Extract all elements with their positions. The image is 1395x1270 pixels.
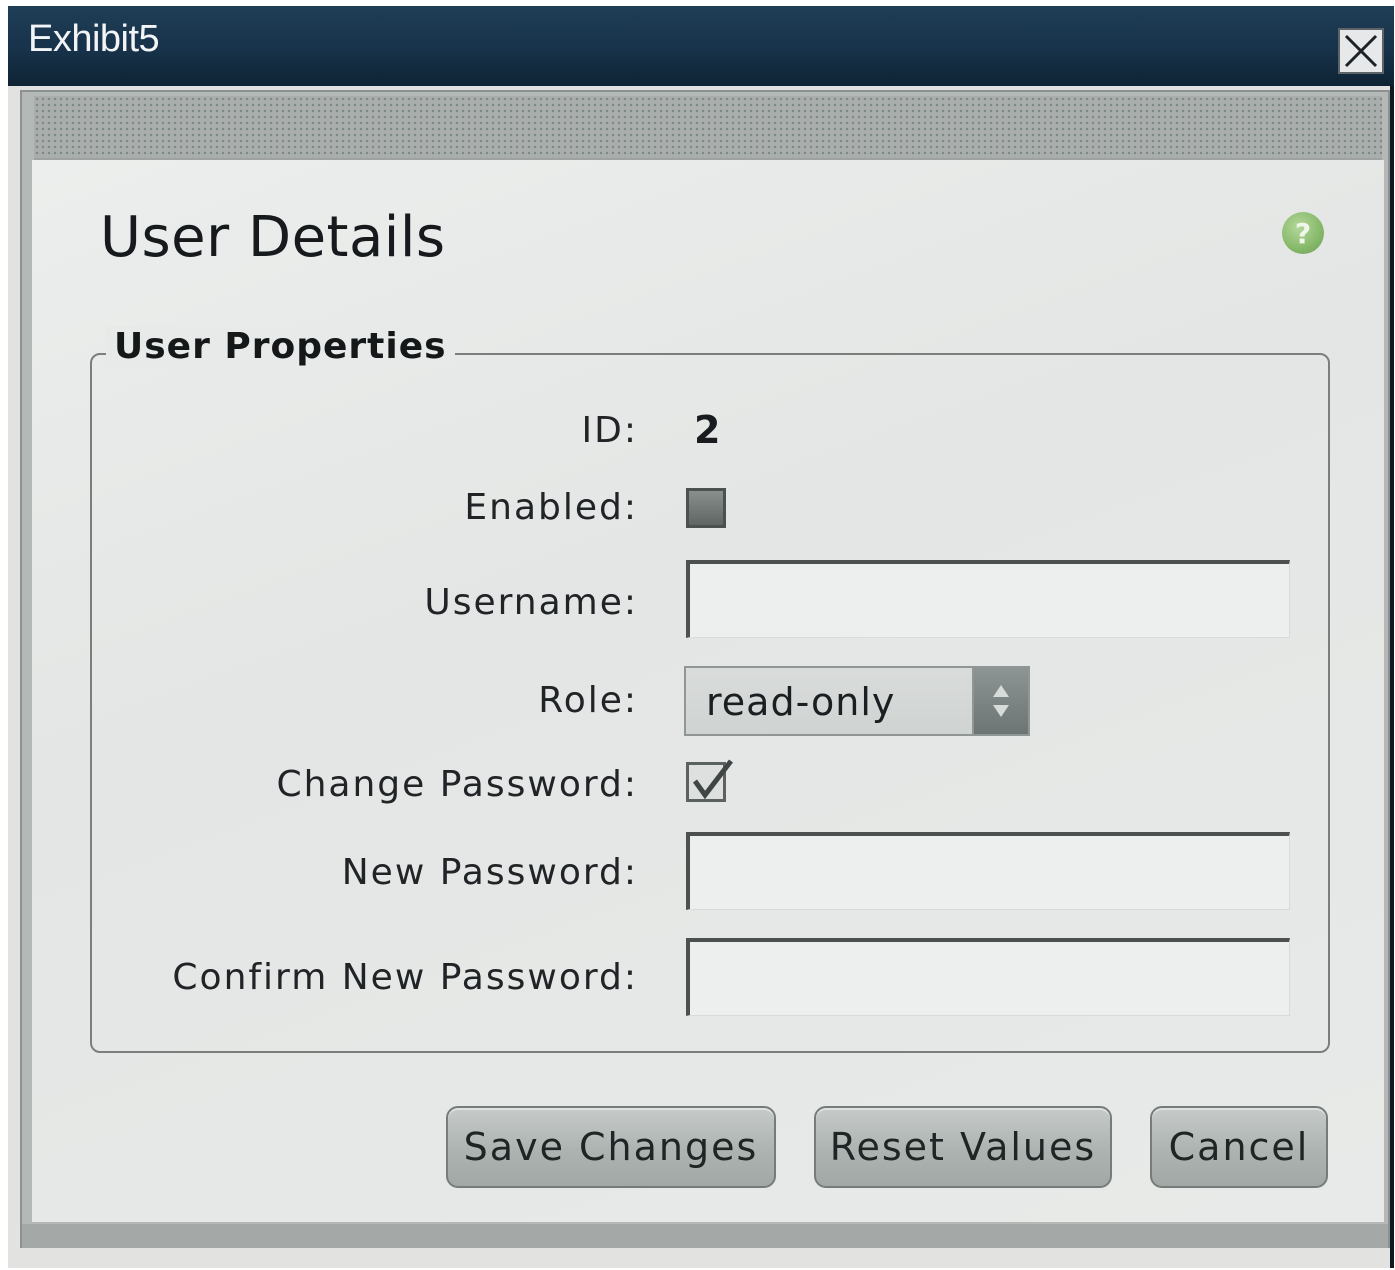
enabled-checkbox[interactable] — [686, 488, 726, 528]
username-label: Username: — [424, 582, 638, 623]
change-password-label: Change Password: — [276, 764, 638, 805]
page-title: User Details — [100, 205, 446, 270]
close-icon — [1344, 34, 1378, 68]
checkmark-icon — [692, 759, 733, 800]
close-button[interactable] — [1338, 28, 1384, 74]
confirm-password-label: Confirm New Password: — [172, 957, 638, 998]
confirm-password-input[interactable] — [686, 938, 1290, 1016]
new-password-input[interactable] — [686, 832, 1290, 910]
cancel-button[interactable]: Cancel — [1150, 1106, 1328, 1188]
window-title: Exhibit5 — [28, 18, 160, 60]
role-select[interactable]: read-only — [684, 666, 1030, 736]
help-glyph: ? — [1294, 216, 1312, 250]
new-password-label: New Password: — [341, 852, 638, 893]
reset-values-button[interactable]: Reset Values — [814, 1106, 1112, 1188]
title-bar[interactable]: Exhibit5 — [8, 6, 1394, 86]
select-stepper-icon[interactable] — [972, 668, 1028, 734]
id-value: 2 — [694, 408, 721, 452]
enabled-label: Enabled: — [464, 487, 638, 528]
bottom-strip — [22, 1224, 1388, 1248]
change-password-checkbox[interactable] — [686, 759, 733, 802]
save-changes-button[interactable]: Save Changes — [446, 1106, 776, 1188]
drag-handle-strip[interactable] — [34, 96, 1382, 160]
id-label: ID: — [581, 410, 638, 451]
role-select-value: read-only — [706, 680, 896, 724]
role-label: Role: — [538, 680, 638, 721]
help-icon[interactable]: ? — [1282, 212, 1324, 254]
user-properties-legend: User Properties — [106, 326, 455, 367]
username-input[interactable] — [686, 560, 1290, 638]
